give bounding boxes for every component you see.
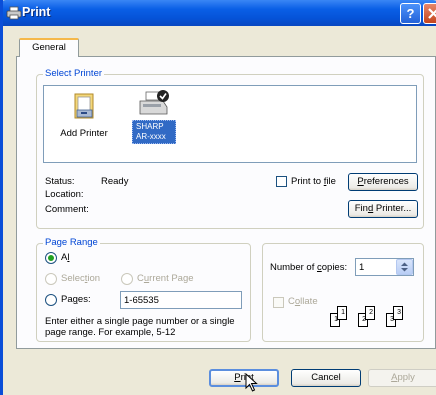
find-printer-button[interactable]: Find Printer...	[348, 200, 418, 218]
sharp-printer-label: SHARP AR-xxxx	[132, 120, 176, 144]
collate-label[interactable]: Collate	[288, 296, 318, 307]
print-dialog: Print ? General Select Printer Add Print…	[0, 0, 436, 395]
page-range-current-page-label[interactable]: Current Page	[137, 273, 194, 284]
tab-general[interactable]: General	[19, 38, 79, 57]
number-of-copies-label: Number of copies:	[270, 262, 348, 273]
page-range-hint: Enter either a single page number or a s…	[45, 316, 235, 338]
window-title: Print	[22, 5, 51, 19]
page-range-current-page-radio[interactable]	[121, 273, 133, 285]
printer-icon	[6, 6, 22, 20]
page-range-all-label[interactable]: Al	[61, 252, 69, 263]
pages-input[interactable]	[120, 291, 242, 309]
status-value: Ready	[101, 176, 129, 187]
print-to-file-label[interactable]: Print to file	[291, 176, 336, 187]
title-bar[interactable]: Print ?	[3, 0, 436, 26]
collate-page: 2	[365, 306, 375, 320]
printer-sharp[interactable]: SHARP AR-xxxx	[132, 88, 176, 144]
status-label: Status:	[45, 176, 75, 187]
page-range-legend: Page Range	[43, 237, 100, 248]
comment-label: Comment:	[45, 204, 89, 215]
add-printer-icon	[74, 93, 94, 119]
location-label: Location:	[45, 189, 84, 200]
printer-add[interactable]: Add Printer	[54, 92, 114, 139]
copies-spinner[interactable]	[396, 259, 413, 275]
mouse-cursor-icon	[245, 373, 258, 392]
page-range-all-radio[interactable]	[45, 252, 57, 264]
tab-general-label: General	[32, 42, 66, 53]
apply-button[interactable]: Apply	[368, 369, 436, 387]
collate-page: 1	[337, 306, 347, 320]
page-range-selection-label[interactable]: Selection	[61, 273, 100, 284]
help-icon: ?	[406, 6, 415, 21]
help-button[interactable]: ?	[400, 3, 421, 24]
print-to-file-checkbox[interactable]	[276, 176, 287, 187]
cancel-button[interactable]: Cancel	[291, 369, 361, 387]
page-range-pages-label[interactable]: Pages:	[61, 294, 91, 305]
page-range-selection-radio[interactable]	[45, 273, 57, 285]
collate-checkbox[interactable]	[273, 297, 284, 308]
select-printer-legend: Select Printer	[43, 68, 105, 79]
printer-icon	[139, 90, 169, 115]
print-button[interactable]: Print	[209, 369, 279, 387]
spin-arrows-icon	[401, 262, 408, 272]
preferences-button[interactable]: Preferences	[348, 173, 418, 191]
close-icon	[428, 8, 436, 19]
add-printer-label: Add Printer	[60, 128, 108, 139]
close-button[interactable]	[423, 3, 436, 24]
collate-page: 3	[393, 306, 403, 320]
page-range-pages-radio[interactable]	[45, 294, 57, 306]
printer-list[interactable]: Add Printer SHARP AR-xxxx	[43, 85, 417, 163]
